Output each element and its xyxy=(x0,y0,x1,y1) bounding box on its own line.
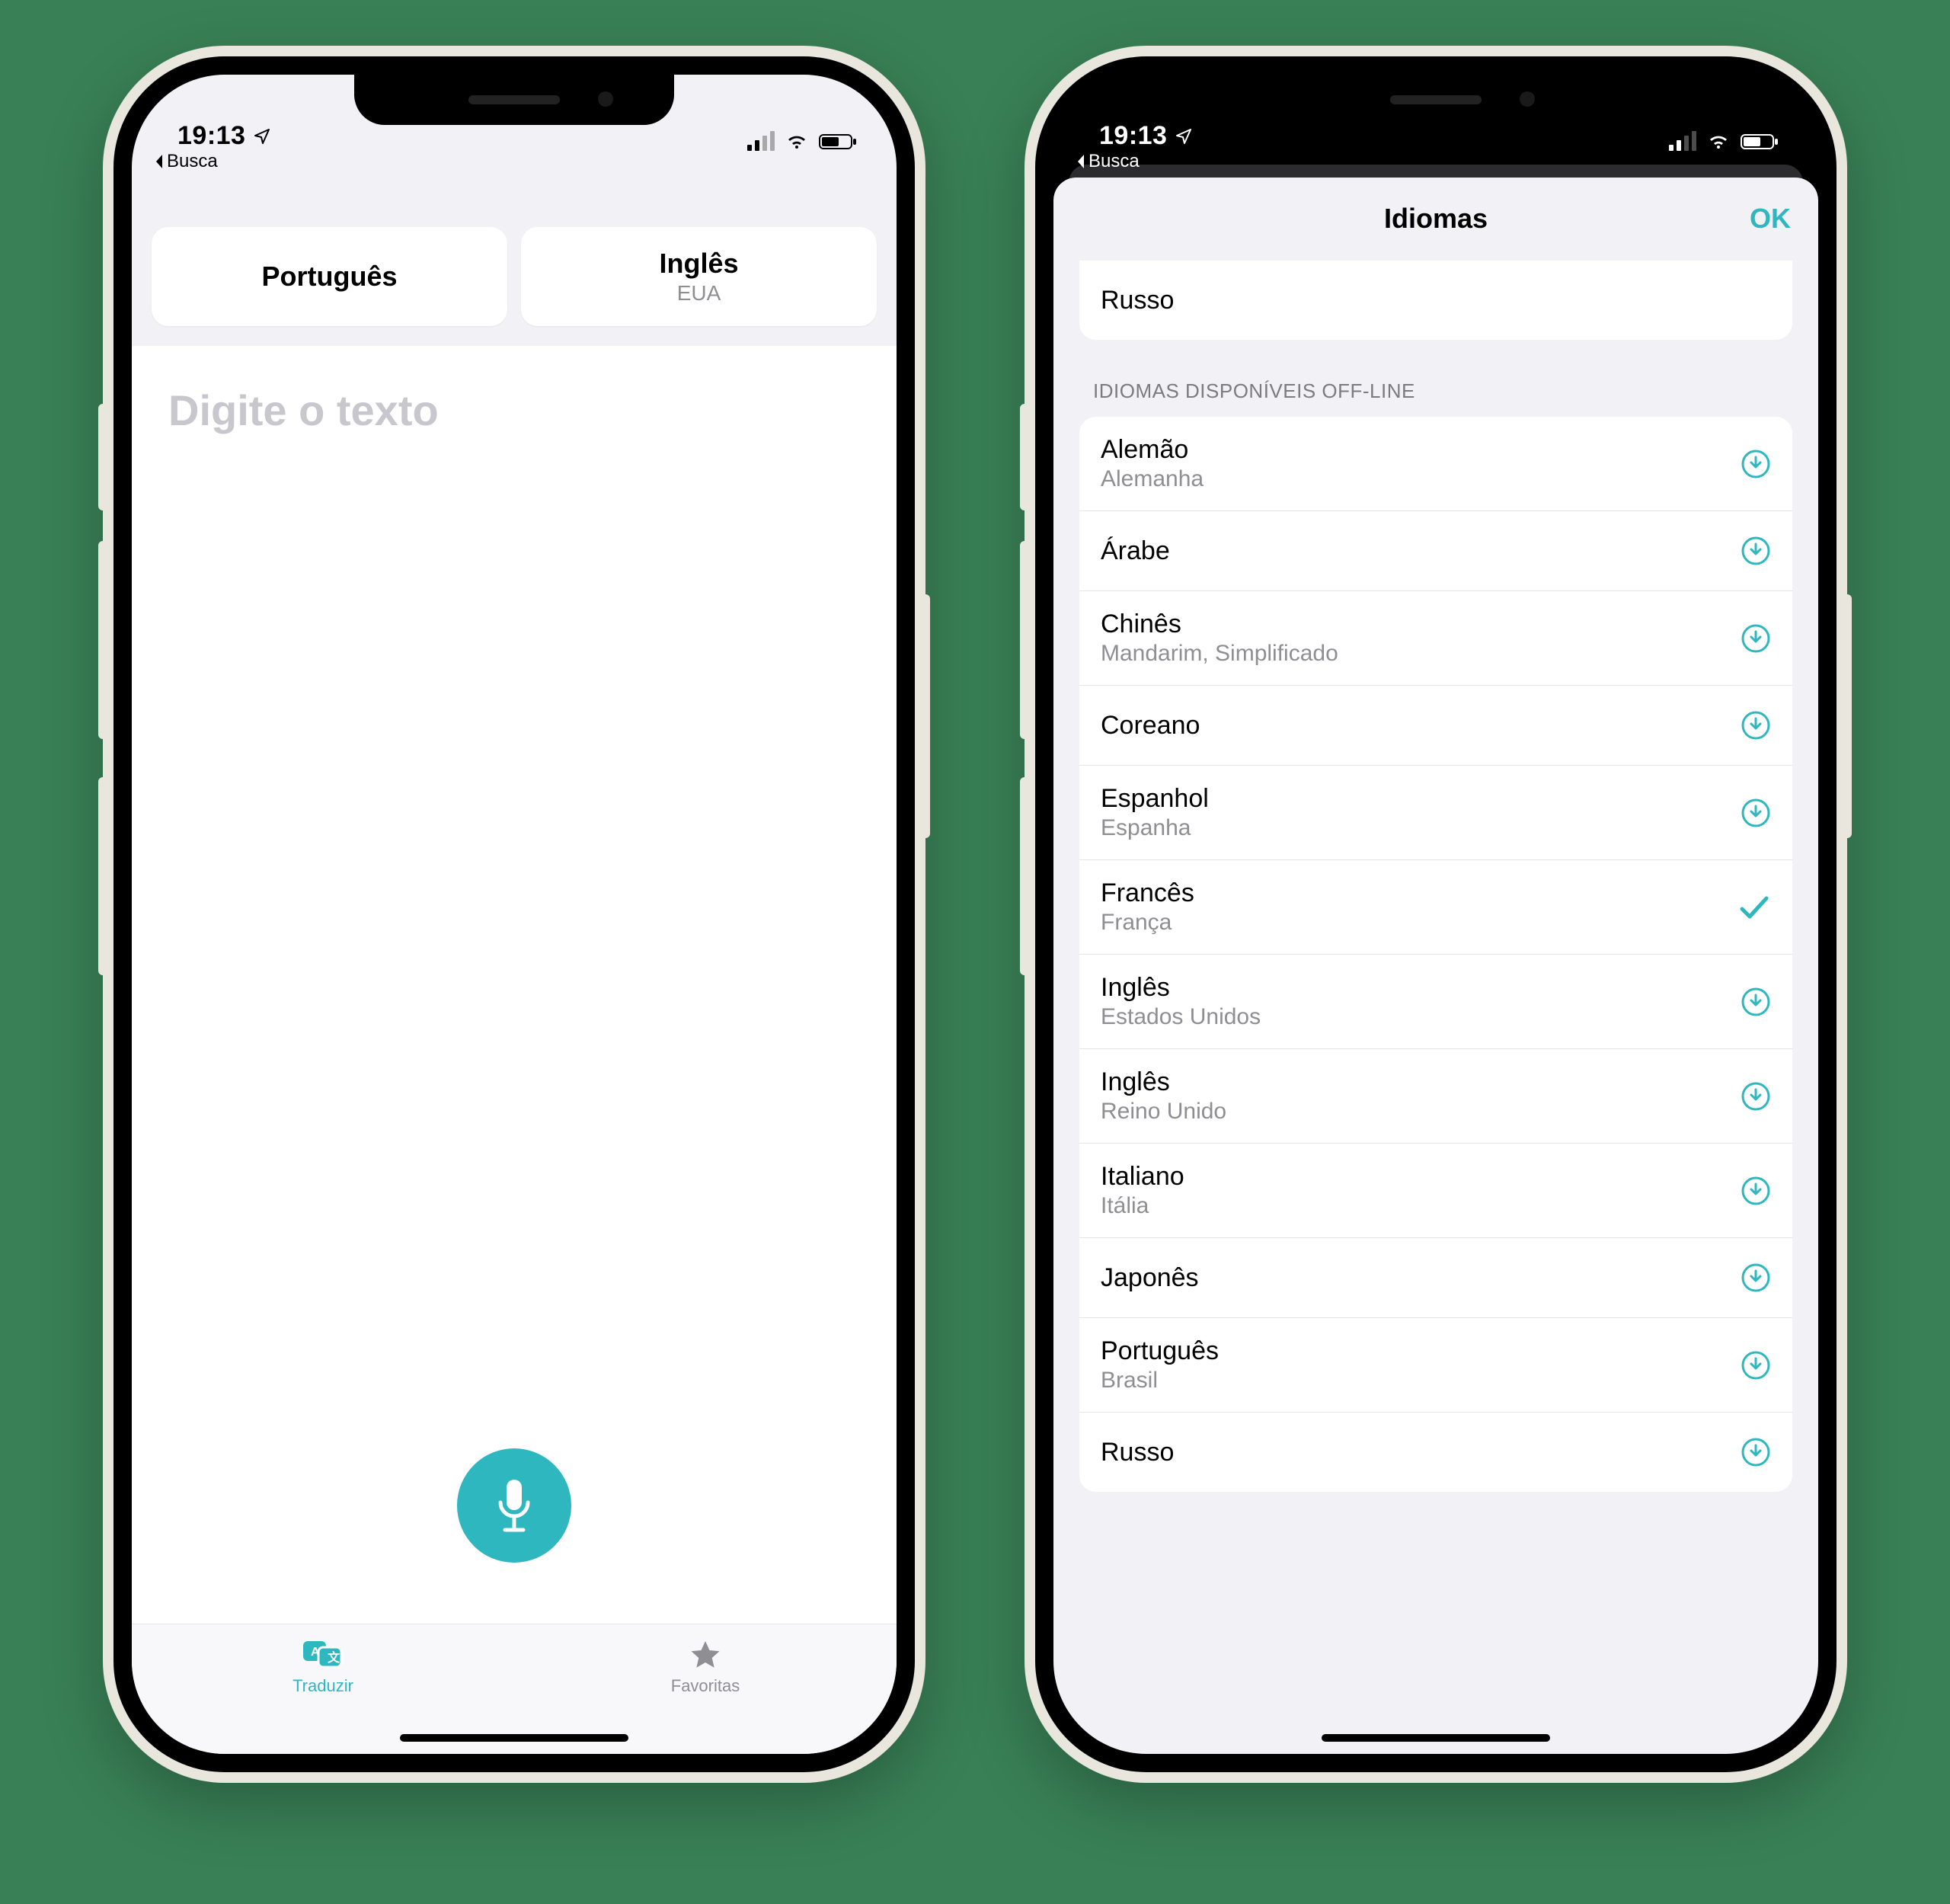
download-icon[interactable] xyxy=(1741,1437,1771,1467)
language-name: Alemão xyxy=(1101,435,1204,465)
star-icon xyxy=(687,1638,724,1672)
language-row[interactable]: InglêsReino Unido xyxy=(1079,1048,1792,1143)
svg-text:A: A xyxy=(311,1646,320,1659)
languages-sheet: Idiomas OK Russo IDIOMAS DISPONÍVEIS OFF… xyxy=(1053,178,1818,1754)
home-indicator[interactable] xyxy=(1322,1734,1550,1742)
language-name: Japonês xyxy=(1101,1263,1199,1293)
status-time: 19:13 xyxy=(177,121,245,151)
ok-button[interactable]: OK xyxy=(1750,203,1791,235)
battery-icon xyxy=(819,133,858,151)
location-icon xyxy=(1175,127,1193,146)
language-row[interactable]: ItalianoItália xyxy=(1079,1143,1792,1237)
microphone-icon xyxy=(491,1475,537,1536)
language-selector-row: Português Inglês EUA xyxy=(132,210,897,346)
home-indicator[interactable] xyxy=(400,1734,628,1742)
download-icon[interactable] xyxy=(1741,1262,1771,1293)
input-placeholder: Digite o texto xyxy=(168,386,860,435)
cellular-icon xyxy=(747,133,775,151)
language-sub: França xyxy=(1101,910,1194,936)
language-name: Francês xyxy=(1101,878,1194,908)
offline-languages-header: IDIOMAS DISPONÍVEIS OFF-LINE xyxy=(1079,340,1792,417)
translate-icon: A文 xyxy=(302,1638,344,1672)
microphone-button[interactable] xyxy=(457,1448,571,1563)
wifi-icon xyxy=(1707,133,1730,151)
language-sub: Brasil xyxy=(1101,1368,1219,1394)
language-row[interactable]: Árabe xyxy=(1079,510,1792,590)
download-icon[interactable] xyxy=(1741,987,1771,1017)
source-language-name: Português xyxy=(261,261,397,293)
language-name: Árabe xyxy=(1101,536,1170,566)
target-language-sub: EUA xyxy=(677,281,721,306)
language-sub: Alemanha xyxy=(1101,466,1204,492)
tab-favorites-label: Favoritas xyxy=(671,1676,740,1696)
back-to-app[interactable]: Busca xyxy=(1075,151,1140,172)
sheet-title: Idiomas xyxy=(1384,203,1488,235)
language-row[interactable]: FrancêsFrança xyxy=(1079,859,1792,954)
download-icon[interactable] xyxy=(1741,710,1771,741)
language-name: Inglês xyxy=(1101,973,1261,1003)
language-name: Inglês xyxy=(1101,1067,1226,1097)
offline-languages-list: AlemãoAlemanha Árabe ChinêsMandarim, Simpl… xyxy=(1079,417,1792,1492)
language-row[interactable]: Coreano xyxy=(1079,685,1792,765)
language-name: Coreano xyxy=(1101,711,1200,741)
language-name: Português xyxy=(1101,1336,1219,1366)
translate-input-area[interactable]: Digite o texto xyxy=(132,346,897,1624)
back-to-app-label: Busca xyxy=(167,151,218,172)
language-sub: Itália xyxy=(1101,1193,1184,1219)
download-icon[interactable] xyxy=(1741,449,1771,479)
checkmark-icon xyxy=(1737,892,1771,923)
wifi-icon xyxy=(785,133,808,151)
screen-languages: 19:13 xyxy=(1053,75,1818,1754)
tab-translate-label: Traduzir xyxy=(292,1676,353,1696)
target-language-button[interactable]: Inglês EUA xyxy=(521,227,877,326)
source-language-button[interactable]: Português xyxy=(152,227,507,326)
device-frame-right: 19:13 xyxy=(1025,46,1847,1783)
device-frame-left: 19:13 xyxy=(103,46,925,1783)
sheet-navbar: Idiomas OK xyxy=(1053,178,1818,261)
language-row[interactable]: PortuguêsBrasil xyxy=(1079,1317,1792,1412)
language-name: Russo xyxy=(1101,286,1174,315)
language-sub: Mandarim, Simplificado xyxy=(1101,641,1338,667)
download-icon[interactable] xyxy=(1741,623,1771,654)
target-language-name: Inglês xyxy=(659,248,738,280)
download-icon[interactable] xyxy=(1741,1176,1771,1206)
language-sub: Estados Unidos xyxy=(1101,1004,1261,1030)
language-sub: Reino Unido xyxy=(1101,1099,1226,1125)
download-icon[interactable] xyxy=(1741,1350,1771,1381)
download-icon[interactable] xyxy=(1741,536,1771,566)
language-row[interactable]: Russo xyxy=(1079,261,1792,340)
language-row[interactable]: Japonês xyxy=(1079,1237,1792,1317)
svg-text:文: 文 xyxy=(328,1650,340,1665)
language-row[interactable]: InglêsEstados Unidos xyxy=(1079,954,1792,1048)
language-name: Chinês xyxy=(1101,610,1338,639)
recent-language-card: Russo xyxy=(1079,261,1792,340)
status-bar: 19:13 xyxy=(1053,75,1818,155)
language-name: Russo xyxy=(1101,1438,1174,1467)
language-row[interactable]: EspanholEspanha xyxy=(1079,765,1792,859)
battery-icon xyxy=(1741,133,1780,151)
language-name: Italiano xyxy=(1101,1162,1184,1192)
language-row[interactable]: AlemãoAlemanha xyxy=(1079,417,1792,510)
back-to-app[interactable]: Busca xyxy=(153,151,218,172)
status-time: 19:13 xyxy=(1099,121,1167,151)
language-row[interactable]: ChinêsMandarim, Simplificado xyxy=(1079,590,1792,685)
language-name: Espanhol xyxy=(1101,784,1209,814)
back-to-app-label: Busca xyxy=(1088,151,1140,172)
download-icon[interactable] xyxy=(1741,798,1771,828)
status-bar: 19:13 xyxy=(132,75,897,155)
language-row[interactable]: Russo xyxy=(1079,1412,1792,1492)
cellular-icon xyxy=(1669,133,1696,151)
screen-translate: 19:13 xyxy=(132,75,897,1754)
location-icon xyxy=(253,127,271,146)
language-sub: Espanha xyxy=(1101,815,1209,841)
download-icon[interactable] xyxy=(1741,1081,1771,1112)
